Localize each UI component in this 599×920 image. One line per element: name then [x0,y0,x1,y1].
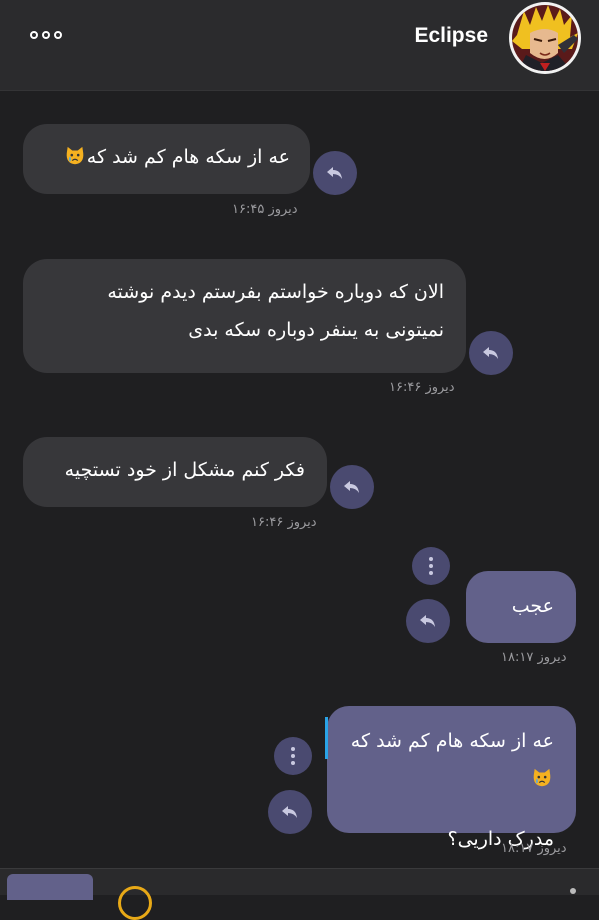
chat-header: Eclipse [0,0,599,91]
message-text-line: نمیتونی به یىنفر دوباره سکه بدی [188,319,444,341]
reply-button[interactable] [406,599,450,643]
message-time: دیروز ۱۶:۴۵ [232,202,298,217]
reply-arrow-icon [282,806,297,818]
reply-button[interactable] [313,151,357,195]
dot [54,31,62,39]
message-time: دیروز ۱۶:۴۶ [251,515,317,530]
message-bubble-outgoing[interactable]: عه از سکه هام کم شد که مدرک داریی؟ [327,706,576,850]
message-time: دیروز ۱۶:۴۶ [389,380,455,395]
send-button[interactable] [7,874,93,900]
reply-button[interactable] [469,331,513,375]
quote-indicator-bar [325,717,328,759]
message-bubble-incoming[interactable]: عه از سکه هام کم شد که [23,124,310,194]
quoted-text: عه از سکه هام کم شد که [350,730,554,752]
message-text: عجب [511,595,554,617]
more-options-button[interactable] [30,26,70,44]
avatar[interactable] [509,2,581,74]
vertical-dots-icon [429,557,433,561]
reply-button[interactable] [268,790,312,834]
message-text: عه از سکه هام کم شد که [86,146,290,168]
crying-cat-face-icon [66,146,84,165]
reply-button[interactable] [330,465,374,509]
message-bubble-outgoing[interactable]: عجب [466,571,576,643]
emoji-icon[interactable] [118,886,152,920]
contact-name[interactable]: Eclipse [414,24,488,48]
reply-arrow-icon [327,167,342,179]
vertical-dots-icon [291,747,295,751]
message-bubble-incoming[interactable]: فکر کنم مشکل از خود تستچیه [23,437,327,507]
dot [42,31,50,39]
dot [30,31,38,39]
message-text: فکر کنم مشکل از خود تستچیه [64,459,305,481]
message-time: دیروز ۱۸:۱۷ [501,650,567,665]
message-bubble-incoming[interactable]: الان که دوباره خواستم بفرستم دیدم نوشته … [23,259,466,373]
reply-arrow-icon [483,347,498,359]
reply-arrow-icon [420,615,435,627]
anime-avatar-icon [512,5,578,71]
quoted-message[interactable]: عه از سکه هام کم شد که [333,722,554,798]
crying-cat-face-icon [533,768,551,787]
message-options-button[interactable] [274,737,312,775]
message-time: دیروز ۱۸:۱۷ [501,841,567,856]
reply-arrow-icon [344,481,359,493]
message-text-line: الان که دوباره خواستم بفرستم دیدم نوشته [107,281,444,303]
composer-indicator [570,888,576,894]
message-options-button[interactable] [412,547,450,585]
